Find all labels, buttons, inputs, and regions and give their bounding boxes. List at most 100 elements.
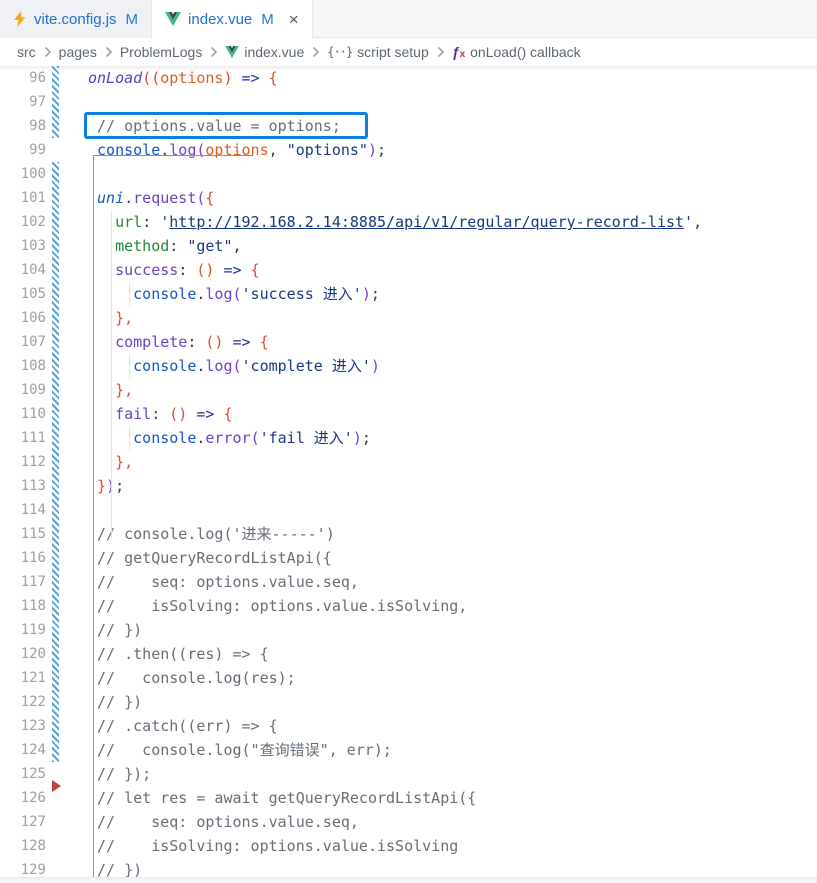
line-number: 96 <box>0 66 46 90</box>
symbol-module-icon: {··} <box>327 45 352 59</box>
git-modified-badge: M <box>126 11 139 28</box>
line-number: 107 <box>0 330 46 354</box>
code-line[interactable]: // seq: options.value.seq, <box>88 810 702 834</box>
code-line[interactable]: success: () => { <box>88 258 702 282</box>
code-line[interactable]: console.log('complete 进入') <box>88 354 702 378</box>
code-line[interactable]: // console.log('进来-----') <box>88 522 702 546</box>
indent-guide <box>129 426 130 450</box>
line-number: 106 <box>0 306 46 330</box>
code-line[interactable]: }, <box>88 306 702 330</box>
code-line[interactable]: complete: () => { <box>88 330 702 354</box>
line-number: 125 <box>0 762 46 786</box>
line-number: 104 <box>0 258 46 282</box>
code-line[interactable]: // let res = await getQueryRecordListApi… <box>88 786 702 810</box>
highlight-box <box>84 112 368 139</box>
code-line[interactable]: // console.log(res); <box>88 666 702 690</box>
tab-vite-config-js[interactable]: vite.config.js M <box>0 0 152 38</box>
line-number: 126 <box>0 786 46 810</box>
gutter-modified-indicator[interactable] <box>52 162 59 762</box>
line-number: 109 <box>0 378 46 402</box>
line-number: 117 <box>0 570 46 594</box>
line-number: 119 <box>0 618 46 642</box>
line-number: 110 <box>0 402 46 426</box>
git-modified-badge: M <box>261 11 274 28</box>
code-line[interactable]: // }) <box>88 690 702 714</box>
gutter-deleted-indicator[interactable] <box>52 780 61 792</box>
horizontal-scrollbar-track[interactable] <box>0 877 817 883</box>
line-number: 112 <box>0 450 46 474</box>
line-number: 102 <box>0 210 46 234</box>
gutter-modified-indicator[interactable] <box>52 66 59 138</box>
code-line[interactable]: // seq: options.value.seq, <box>88 570 702 594</box>
line-number: 114 <box>0 498 46 522</box>
breadcrumb: src pages ProblemLogs index.vue {··} scr… <box>0 38 817 66</box>
chevron-right-icon <box>311 46 320 58</box>
code-line[interactable] <box>88 162 702 186</box>
code-line[interactable]: fail: () => { <box>88 402 702 426</box>
line-number: 127 <box>0 810 46 834</box>
close-tab-icon[interactable]: × <box>289 11 299 28</box>
code-line[interactable]: // }); <box>88 762 702 786</box>
line-number: 99 <box>0 138 46 162</box>
code-line[interactable]: }, <box>88 450 702 474</box>
line-number: 123 <box>0 714 46 738</box>
line-number: 120 <box>0 642 46 666</box>
line-number: 108 <box>0 354 46 378</box>
code-line[interactable]: // isSolving: options.value.isSolving <box>88 834 702 858</box>
line-number: 100 <box>0 162 46 186</box>
tab-label: vite.config.js <box>34 11 117 28</box>
breadcrumb-item-src[interactable]: src <box>17 44 36 60</box>
tab-index-vue[interactable]: index.vue M × <box>152 0 313 39</box>
bracket-guide-vertical <box>93 155 94 877</box>
line-number: 116 <box>0 546 46 570</box>
line-number: 111 <box>0 426 46 450</box>
code-editor[interactable]: 9697989910010110210310410510610710810911… <box>0 66 817 877</box>
line-number: 124 <box>0 738 46 762</box>
code-line[interactable]: onLoad((options) => { <box>88 66 702 90</box>
code-line[interactable]: method: "get", <box>88 234 702 258</box>
code-line[interactable]: console.log('success 进入'); <box>88 282 702 306</box>
line-number: 122 <box>0 690 46 714</box>
breadcrumb-item-index-vue[interactable]: index.vue <box>244 44 304 60</box>
code-line[interactable]: // .then((res) => { <box>88 642 702 666</box>
code-line[interactable]: // .catch((err) => { <box>88 714 702 738</box>
indent-guide <box>111 210 112 540</box>
chevron-right-icon <box>436 46 445 58</box>
breadcrumb-item-pages[interactable]: pages <box>59 44 97 60</box>
breadcrumb-item-script-setup[interactable]: script setup <box>357 44 429 60</box>
code-line[interactable]: // console.log("查询错误", err); <box>88 738 702 762</box>
line-number: 97 <box>0 90 46 114</box>
code-line[interactable]: uni.request({ <box>88 186 702 210</box>
code-line[interactable]: console.error('fail 进入'); <box>88 426 702 450</box>
breadcrumb-item-onload-callback[interactable]: onLoad() callback <box>470 44 581 60</box>
breadcrumb-item-problemlogs[interactable]: ProblemLogs <box>120 44 203 60</box>
line-number: 103 <box>0 234 46 258</box>
chevron-right-icon <box>209 46 218 58</box>
code-line[interactable] <box>88 90 702 114</box>
code-line[interactable]: // isSolving: options.value.isSolving, <box>88 594 702 618</box>
vue-logo-icon <box>165 12 181 26</box>
code-line[interactable]: }); <box>88 474 702 498</box>
code-line[interactable]: url: 'http://192.168.2.14:8885/api/v1/re… <box>88 210 702 234</box>
code-line[interactable]: // getQueryRecordListApi({ <box>88 546 702 570</box>
vite-bolt-icon <box>13 11 27 27</box>
line-number: 101 <box>0 186 46 210</box>
line-number: 128 <box>0 834 46 858</box>
tab-label: index.vue <box>188 11 252 28</box>
line-number: 105 <box>0 282 46 306</box>
code-line[interactable]: console.log(options, "options"); <box>88 138 702 162</box>
line-number: 121 <box>0 666 46 690</box>
line-number: 115 <box>0 522 46 546</box>
chevron-right-icon <box>43 46 52 58</box>
line-number: 118 <box>0 594 46 618</box>
code-content[interactable]: onLoad((options) => { // options.value =… <box>88 66 702 882</box>
symbol-method-icon: ƒx <box>452 44 465 60</box>
code-line[interactable] <box>88 498 702 522</box>
code-line[interactable]: // }) <box>88 618 702 642</box>
line-number: 113 <box>0 474 46 498</box>
line-number: 98 <box>0 114 46 138</box>
code-line[interactable]: }, <box>88 378 702 402</box>
chevron-right-icon <box>104 46 113 58</box>
vscode-editor-window: vite.config.js M index.vue M × src pages… <box>0 0 817 883</box>
editor-tab-bar: vite.config.js M index.vue M × <box>0 0 817 38</box>
